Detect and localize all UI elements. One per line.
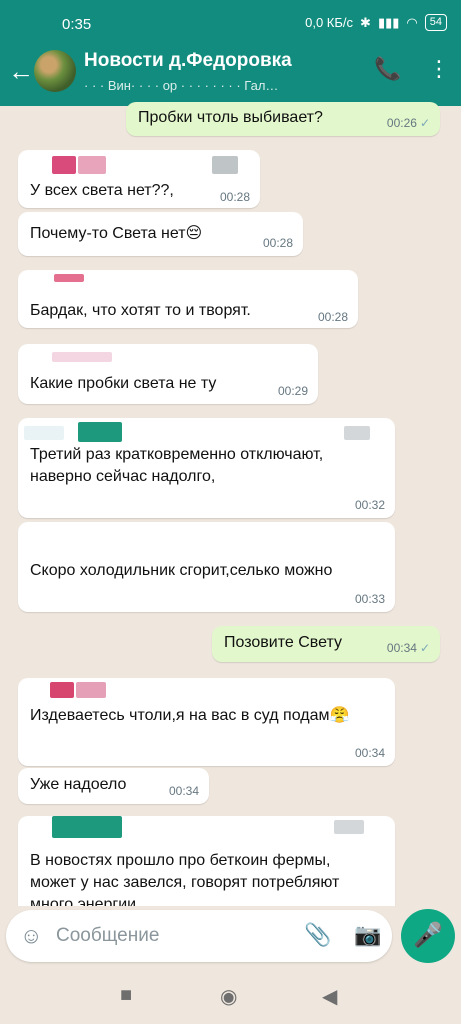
message-time: 00:28 <box>219 190 250 204</box>
message-text: Какие пробки света не ту <box>30 375 217 392</box>
message-list[interactable]: Пробки чтоль выбивает? 00:26 ✓ У всех све… <box>0 100 461 906</box>
sender-name <box>78 422 122 442</box>
double-check-icon: ✓ <box>419 116 430 130</box>
message-bubble[interactable]: Позовите Свету 00:34 ✓ <box>212 626 440 662</box>
message-bubble[interactable]: Уже надоело 00:34 <box>18 768 209 804</box>
message-time: 00:33 <box>354 592 385 606</box>
back-arrow-icon[interactable]: ← <box>8 58 34 84</box>
signal-icon: ▮▮▮ <box>377 14 400 30</box>
status-bar: 0:35 0,0 КБ/с ✱ ▮▮▮ ◠ 54 <box>0 0 461 50</box>
chat-header: ← Новости д.Федоровка · · · Вин· · · · о… <box>0 48 461 104</box>
emoji-icon[interactable]: ☺ <box>20 923 42 949</box>
double-check-icon: ✓ <box>419 641 430 655</box>
sender-name <box>52 816 122 838</box>
message-input[interactable]: Сообщение <box>56 925 159 947</box>
message-text: Издеваетесь чтоли,я на вас в суд подам😤 <box>30 707 350 724</box>
add-call-icon[interactable]: 📞 <box>374 56 401 82</box>
message-time: 00:26 ✓ <box>386 116 430 130</box>
chat-title[interactable]: Новости д.Федоровка <box>84 50 292 72</box>
message-time: 00:34 <box>168 784 199 798</box>
message-text: Бардак, что хотят то и творят. <box>30 302 251 319</box>
wifi-icon: ◠ <box>406 14 418 30</box>
recent-apps-button[interactable]: ■ <box>120 984 132 1007</box>
message-time: 00:34 <box>354 746 385 760</box>
system-nav-bar: ■ ◉ ◀ <box>0 968 461 1024</box>
camera-icon[interactable]: 📷 <box>354 922 381 948</box>
message-time: 00:28 <box>262 236 293 250</box>
message-text: Скоро холодильник сгорит,селько можно <box>30 562 333 579</box>
message-bubble[interactable]: Почему-то Света нет😔 00:28 <box>18 212 303 256</box>
back-button[interactable]: ◀ <box>322 984 337 1009</box>
message-text: В новостях прошло про беткоин фермы, мож… <box>30 852 340 906</box>
message-bubble[interactable]: Третий раз кратковременно отключают, нав… <box>18 418 395 518</box>
voice-record-button[interactable]: 🎤 <box>401 909 455 963</box>
message-text: У всех света нет??, <box>30 182 174 199</box>
message-text: Почему-то Света нет😔 <box>30 225 203 242</box>
message-time: 00:28 <box>317 310 348 324</box>
battery-icon: 54 <box>424 14 447 31</box>
chat-members[interactable]: · · · Вин· · · · ор · · · · · · · · Гал… <box>84 78 364 93</box>
group-avatar[interactable] <box>34 50 76 92</box>
message-time: 00:29 <box>277 384 308 398</box>
message-bubble[interactable]: У всех света нет??, 00:28 <box>18 150 260 208</box>
sender-name <box>50 682 74 698</box>
home-button[interactable]: ◉ <box>220 984 237 1009</box>
message-time: 00:34 ✓ <box>386 641 430 655</box>
message-bubble[interactable]: Пробки чтоль выбивает? 00:26 ✓ <box>126 102 440 136</box>
message-bubble[interactable]: Какие пробки света не ту 00:29 <box>18 344 318 404</box>
bluetooth-icon: ✱ <box>360 14 371 30</box>
message-text: Третий раз кратковременно отключают, нав… <box>30 446 324 485</box>
message-text: Позовите Свету <box>224 634 342 651</box>
message-composer[interactable]: ☺ Сообщение 📎 📷 <box>6 910 392 962</box>
sender-name <box>54 274 84 282</box>
microphone-icon: 🎤 <box>413 922 443 949</box>
more-options-icon[interactable]: ⋮ <box>428 56 450 82</box>
sender-name <box>52 352 112 362</box>
message-bubble[interactable]: Бардак, что хотят то и творят. 00:28 <box>18 270 358 328</box>
message-bubble[interactable]: В новостях прошло про беткоин фермы, мож… <box>18 816 395 906</box>
message-text: Уже надоело <box>30 776 127 793</box>
message-bubble[interactable]: Издеваетесь чтоли,я на вас в суд подам😤 … <box>18 678 395 766</box>
app-header: 0:35 0,0 КБ/с ✱ ▮▮▮ ◠ 54 ← Новости д.Фед… <box>0 0 461 106</box>
status-indicators: 0,0 КБ/с ✱ ▮▮▮ ◠ 54 <box>305 14 447 31</box>
sender-name <box>52 156 76 174</box>
attach-icon[interactable]: 📎 <box>304 922 331 948</box>
message-bubble[interactable]: Скоро холодильник сгорит,селько можно 00… <box>18 522 395 612</box>
network-speed: 0,0 КБ/с <box>305 15 354 30</box>
status-time: 0:35 <box>62 16 92 33</box>
message-time: 00:32 <box>354 498 385 512</box>
message-text: Пробки чтоль выбивает? <box>138 109 323 126</box>
